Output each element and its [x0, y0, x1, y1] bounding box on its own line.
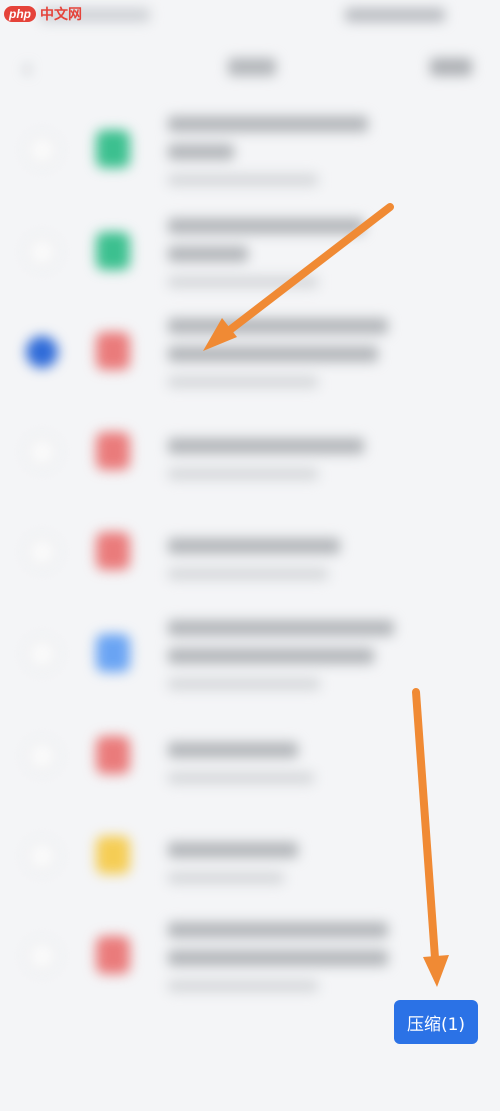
folder-icon — [96, 836, 130, 874]
file-row[interactable] — [0, 708, 500, 808]
file-name-placeholder — [168, 246, 248, 262]
file-name-placeholder — [168, 144, 234, 160]
file-name-placeholder — [168, 538, 340, 554]
file-name-placeholder — [168, 950, 388, 966]
doc-icon — [96, 130, 130, 168]
file-name-placeholder — [168, 922, 388, 938]
file-row[interactable] — [0, 808, 500, 908]
file-row[interactable] — [0, 102, 500, 202]
file-meta-placeholder — [168, 772, 314, 784]
file-meta-placeholder — [168, 276, 318, 288]
select-checkbox[interactable] — [26, 436, 58, 468]
file-row[interactable] — [0, 606, 500, 706]
file-meta-placeholder — [168, 174, 318, 186]
file-name-placeholder — [168, 218, 364, 234]
select-checkbox[interactable] — [26, 940, 58, 972]
file-name-placeholder — [168, 842, 298, 858]
file-row[interactable] — [0, 908, 500, 1008]
top-bar: ‹ — [0, 50, 500, 86]
pdf-icon — [96, 936, 130, 974]
file-name-placeholder — [168, 116, 368, 132]
watermark-text: 中文网 — [40, 7, 82, 23]
page-title-placeholder — [228, 58, 276, 76]
status-right-placeholder — [345, 8, 445, 22]
file-name-placeholder — [168, 318, 388, 334]
pdf-icon — [96, 332, 130, 370]
file-name-placeholder — [168, 438, 364, 454]
file-meta-placeholder — [168, 980, 318, 992]
file-meta-placeholder — [168, 872, 284, 884]
back-icon[interactable]: ‹ — [22, 54, 32, 84]
watermark-badge: php — [4, 6, 36, 22]
header-action-placeholder[interactable] — [430, 58, 472, 76]
doc-icon — [96, 232, 130, 270]
select-checkbox-checked[interactable] — [26, 336, 58, 368]
file-row[interactable] — [0, 404, 500, 504]
select-checkbox[interactable] — [26, 134, 58, 166]
file-row[interactable] — [0, 504, 500, 604]
file-name-placeholder — [168, 648, 374, 664]
file-row[interactable] — [0, 204, 500, 304]
compress-button[interactable]: 压缩(1) — [394, 1000, 478, 1044]
pdf-icon — [96, 432, 130, 470]
file-meta-placeholder — [168, 468, 318, 480]
select-checkbox[interactable] — [26, 740, 58, 772]
file-name-placeholder — [168, 346, 378, 362]
word-icon — [96, 634, 130, 672]
file-meta-placeholder — [168, 376, 318, 388]
file-row-selected[interactable] — [0, 304, 500, 404]
select-checkbox[interactable] — [26, 536, 58, 568]
watermark-logo: php 中文网 — [4, 4, 82, 24]
file-name-placeholder — [168, 620, 394, 636]
file-meta-placeholder — [168, 568, 328, 580]
select-checkbox[interactable] — [26, 638, 58, 670]
file-meta-placeholder — [168, 678, 320, 690]
screen: php 中文网 ‹ 压缩(1) — [0, 0, 500, 1111]
pdf-icon — [96, 736, 130, 774]
pdf-icon — [96, 532, 130, 570]
blurred-background: ‹ — [0, 0, 500, 1111]
select-checkbox[interactable] — [26, 236, 58, 268]
file-name-placeholder — [168, 742, 298, 758]
select-checkbox[interactable] — [26, 840, 58, 872]
